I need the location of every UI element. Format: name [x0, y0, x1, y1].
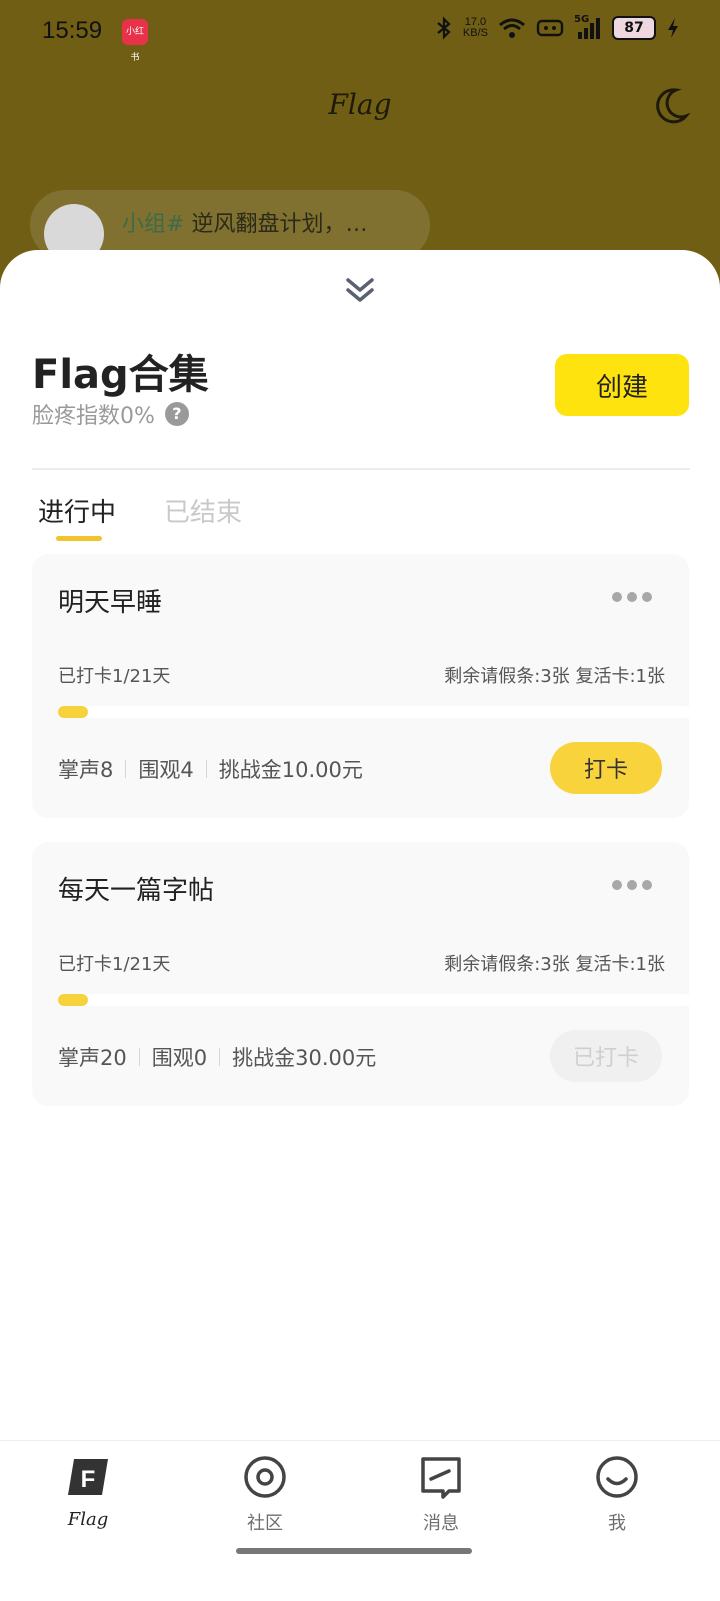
more-options-icon[interactable] — [612, 880, 652, 894]
shame-index: 脸疼指数0% ? — [32, 398, 189, 430]
claps-count: 掌声8 — [58, 758, 114, 782]
progress-track — [58, 706, 692, 718]
progress-fill — [58, 994, 89, 1006]
divider — [32, 468, 690, 470]
svg-text:F: F — [81, 1466, 96, 1493]
checkin-count: 已打卡1/21天 — [58, 954, 171, 975]
checkin-button[interactable]: 打卡 — [550, 742, 662, 794]
page-title: Flag — [328, 88, 392, 121]
watchers-count: 围观4 — [138, 758, 194, 782]
status-tabs: 进行中 已结束 — [38, 492, 678, 542]
progress-track — [58, 994, 692, 1006]
flag-stats: 掌声20 围观0 挑战金30.00元 — [58, 1042, 376, 1072]
sheet-title: Flag合集 — [32, 352, 209, 398]
background-post-text: 小组# 逆风翻盘计划，… — [122, 206, 367, 238]
status-bar: 15:59 小红书 17.0 KB/S 5G 87 — [0, 0, 720, 64]
signal-icon — [578, 18, 600, 39]
active-tab-indicator — [56, 536, 102, 541]
flag-stats: 掌声8 围观4 挑战金10.00元 — [58, 754, 363, 784]
status-time: 15:59 — [42, 17, 103, 44]
app-notification-icon: 小红书 — [122, 19, 148, 63]
more-options-icon[interactable] — [612, 592, 652, 606]
cellular-signal: 5G — [574, 14, 602, 40]
flag-card[interactable]: 明天早睡 已打卡1/21天 剩余请假条:3张 复活卡:1张 掌声8 围观4 挑战… — [32, 554, 692, 818]
community-icon — [243, 1455, 287, 1499]
remaining-cards: 剩余请假条:3张 复活卡:1张 — [444, 954, 665, 975]
challenge-stake: 挑战金30.00元 — [232, 1046, 377, 1070]
stat-separator — [219, 1048, 221, 1066]
flag-name: 每天一篇字帖 — [58, 876, 215, 906]
flag-name: 明天早睡 — [58, 588, 163, 618]
remaining-cards: 剩余请假条:3张 复活卡:1张 — [444, 666, 665, 687]
nav-label: 我 — [608, 1513, 626, 1534]
profile-icon — [595, 1455, 639, 1499]
progress-fill — [58, 706, 89, 718]
moon-icon[interactable] — [650, 86, 690, 126]
bluetooth-icon — [437, 16, 451, 40]
checked-in-button: 已打卡 — [550, 1030, 662, 1082]
watchers-count: 围观0 — [151, 1046, 208, 1070]
message-icon — [419, 1455, 463, 1499]
shame-index-text: 脸疼指数0% — [32, 404, 155, 429]
bottom-navigation: F Flag 社区 消息 我 — [0, 1440, 720, 1601]
help-icon[interactable]: ? — [164, 402, 189, 426]
tab-ended[interactable]: 已结束 — [164, 492, 242, 529]
home-indicator[interactable] — [236, 1548, 472, 1554]
stat-separator — [138, 1048, 140, 1066]
stat-separator — [125, 760, 127, 778]
stat-separator — [205, 760, 207, 778]
nav-item-community[interactable]: 社区 — [205, 1455, 325, 1535]
nav-item-messages[interactable]: 消息 — [381, 1455, 501, 1535]
battery-indicator: 87 — [612, 16, 656, 40]
flag-icon: F — [66, 1455, 110, 1499]
vpn-icon — [536, 19, 564, 37]
network-speed-unit: KB/S — [462, 27, 488, 39]
status-icons: 17.0 KB/S 5G 87 — [435, 14, 680, 40]
post-title: 逆风翻盘计划，… — [191, 212, 368, 237]
chevron-down-icon[interactable] — [340, 272, 380, 308]
network-speed: 17.0 KB/S — [463, 17, 488, 39]
charging-icon — [668, 18, 678, 38]
nav-label: 消息 — [423, 1513, 459, 1534]
flag-card[interactable]: 每天一篇字帖 已打卡1/21天 剩余请假条:3张 复活卡:1张 掌声20 围观0… — [32, 842, 692, 1106]
wifi-icon — [499, 18, 525, 38]
nav-item-flag[interactable]: F Flag — [28, 1455, 148, 1530]
create-button[interactable]: 创建 — [555, 354, 689, 416]
nav-label: Flag — [67, 1509, 109, 1530]
checkin-count: 已打卡1/21天 — [58, 666, 171, 687]
tab-in-progress[interactable]: 进行中 — [38, 492, 116, 529]
challenge-stake: 挑战金10.00元 — [218, 758, 363, 782]
nav-label: 社区 — [247, 1513, 283, 1534]
nav-item-me[interactable]: 我 — [557, 1455, 677, 1535]
claps-count: 掌声20 — [58, 1046, 127, 1070]
post-tag: 小组# — [122, 212, 185, 237]
